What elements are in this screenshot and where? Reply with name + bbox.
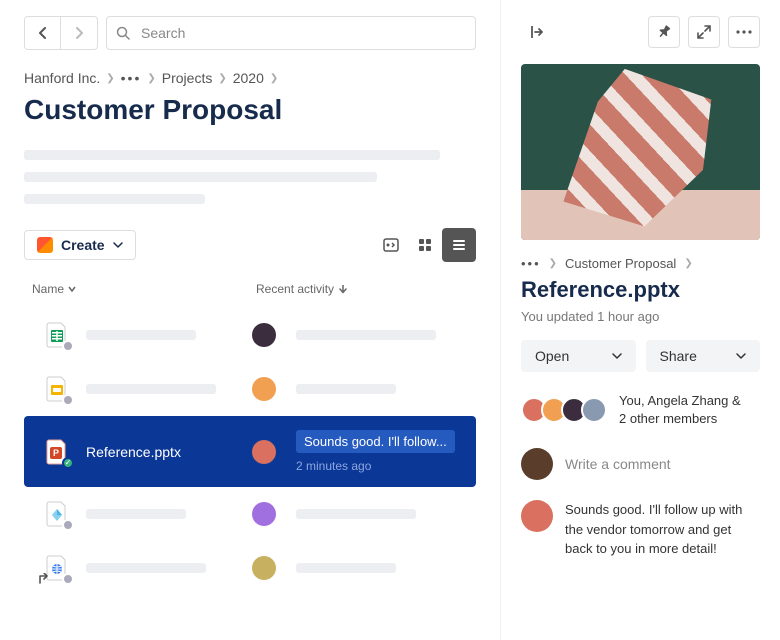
chevron-right-icon: ❯ bbox=[147, 73, 155, 84]
file-row[interactable] bbox=[24, 541, 476, 595]
chevron-down-icon bbox=[113, 240, 123, 250]
file-badge bbox=[62, 394, 74, 406]
more-horizontal-icon bbox=[736, 30, 752, 34]
share-button[interactable]: Share bbox=[646, 340, 761, 372]
file-badge bbox=[62, 519, 74, 531]
file-meta: You updated 1 hour ago bbox=[521, 309, 760, 324]
table-header: Name Recent activity bbox=[24, 278, 476, 300]
create-label: Create bbox=[61, 237, 105, 253]
skeleton-line bbox=[24, 150, 440, 160]
file-name: Reference.pptx bbox=[86, 444, 236, 460]
comment: Sounds good. I'll follow up with the ven… bbox=[521, 500, 760, 559]
breadcrumb-root[interactable]: Hanford Inc. bbox=[24, 70, 100, 86]
view-list-button[interactable] bbox=[442, 228, 476, 262]
arrow-down-icon bbox=[338, 284, 348, 294]
chevron-left-icon bbox=[37, 27, 49, 39]
chevron-right-icon: ❯ bbox=[106, 73, 114, 84]
skeleton-line bbox=[86, 330, 196, 340]
file-badge-check: ✓ bbox=[62, 457, 74, 469]
back-button[interactable] bbox=[25, 17, 61, 49]
breadcrumb-more[interactable]: ••• bbox=[121, 70, 142, 86]
nav-button-group bbox=[24, 16, 98, 50]
file-row[interactable] bbox=[24, 487, 476, 541]
avatar bbox=[252, 502, 276, 526]
create-button[interactable]: Create bbox=[24, 230, 136, 260]
toolbar: Create bbox=[24, 228, 476, 262]
file-preview[interactable] bbox=[521, 64, 760, 240]
skeleton-line bbox=[86, 384, 216, 394]
expand-button[interactable] bbox=[688, 16, 720, 48]
avatar-stack bbox=[521, 397, 607, 423]
file-badge bbox=[62, 573, 74, 585]
list-icon bbox=[452, 238, 466, 252]
comment-input-row[interactable]: Write a comment bbox=[521, 448, 760, 480]
avatar bbox=[521, 448, 553, 480]
file-row[interactable] bbox=[24, 308, 476, 362]
breadcrumb-year[interactable]: 2020 bbox=[233, 70, 264, 86]
create-icon bbox=[37, 237, 53, 253]
skeleton-line bbox=[86, 563, 206, 573]
avatar bbox=[252, 440, 276, 464]
members-row[interactable]: You, Angela Zhang & 2 other members bbox=[521, 392, 760, 428]
side-toolbar bbox=[521, 16, 760, 48]
avatar bbox=[252, 377, 276, 401]
embed-icon bbox=[383, 237, 399, 253]
skeleton-line bbox=[24, 172, 377, 182]
more-actions-button[interactable] bbox=[728, 16, 760, 48]
chevron-right-icon bbox=[73, 27, 85, 39]
skeleton-line bbox=[86, 509, 186, 519]
chevron-right-icon: ❯ bbox=[270, 73, 278, 84]
comment-input[interactable]: Write a comment bbox=[565, 456, 760, 472]
shortcut-icon bbox=[38, 573, 50, 585]
file-title: Reference.pptx bbox=[521, 277, 760, 303]
open-button[interactable]: Open bbox=[521, 340, 636, 372]
avatar bbox=[252, 556, 276, 580]
grid-icon bbox=[418, 238, 432, 252]
breadcrumb-more[interactable]: ••• bbox=[521, 256, 541, 271]
chevron-right-icon: ❯ bbox=[218, 73, 226, 84]
main-panel: Hanford Inc. ❯ ••• ❯ Projects ❯ 2020 ❯ C… bbox=[0, 0, 500, 640]
skeleton-line bbox=[296, 509, 416, 519]
forward-button bbox=[61, 17, 97, 49]
search-box bbox=[106, 16, 476, 50]
breadcrumb-projects[interactable]: Projects bbox=[162, 70, 213, 86]
side-actions: Open Share bbox=[521, 340, 760, 372]
chevron-down-icon bbox=[68, 285, 76, 293]
skeleton-line bbox=[296, 384, 396, 394]
chevron-down-icon bbox=[612, 351, 622, 361]
side-breadcrumb: ••• ❯ Customer Proposal ❯ bbox=[521, 256, 760, 271]
view-toggle bbox=[374, 228, 476, 262]
members-text: You, Angela Zhang & 2 other members bbox=[619, 392, 741, 428]
side-breadcrumb-item[interactable]: Customer Proposal bbox=[565, 256, 676, 271]
search-icon bbox=[116, 26, 130, 40]
view-grid-button[interactable] bbox=[408, 228, 442, 262]
svg-text:P: P bbox=[53, 448, 59, 458]
file-row-selected[interactable]: P ✓ Reference.pptx Sounds good. I'll fol… bbox=[24, 416, 476, 487]
comment-preview: Sounds good. I'll follow... bbox=[296, 430, 455, 453]
collapse-panel-button[interactable] bbox=[521, 16, 553, 48]
details-panel: ••• ❯ Customer Proposal ❯ Reference.pptx… bbox=[500, 0, 780, 640]
skeleton-line bbox=[296, 330, 436, 340]
pin-button[interactable] bbox=[648, 16, 680, 48]
view-embed-button[interactable] bbox=[374, 228, 408, 262]
avatar bbox=[521, 500, 553, 532]
file-badge bbox=[62, 340, 74, 352]
file-row[interactable] bbox=[24, 362, 476, 416]
column-activity-header[interactable]: Recent activity bbox=[256, 282, 348, 296]
chevron-down-icon bbox=[736, 351, 746, 361]
search-input[interactable] bbox=[106, 16, 476, 50]
page-title: Customer Proposal bbox=[24, 94, 476, 126]
expand-icon bbox=[697, 25, 711, 39]
activity-time: 2 minutes ago bbox=[296, 459, 456, 473]
avatar bbox=[252, 323, 276, 347]
skeleton-line bbox=[296, 563, 396, 573]
comment-text: Sounds good. I'll follow up with the ven… bbox=[565, 500, 760, 559]
column-name-header[interactable]: Name bbox=[32, 282, 256, 296]
pin-icon bbox=[657, 25, 671, 39]
collapse-right-icon bbox=[529, 24, 545, 40]
breadcrumb: Hanford Inc. ❯ ••• ❯ Projects ❯ 2020 ❯ bbox=[24, 70, 476, 86]
top-nav bbox=[24, 16, 476, 50]
avatar bbox=[581, 397, 607, 423]
skeleton-line bbox=[24, 194, 205, 204]
